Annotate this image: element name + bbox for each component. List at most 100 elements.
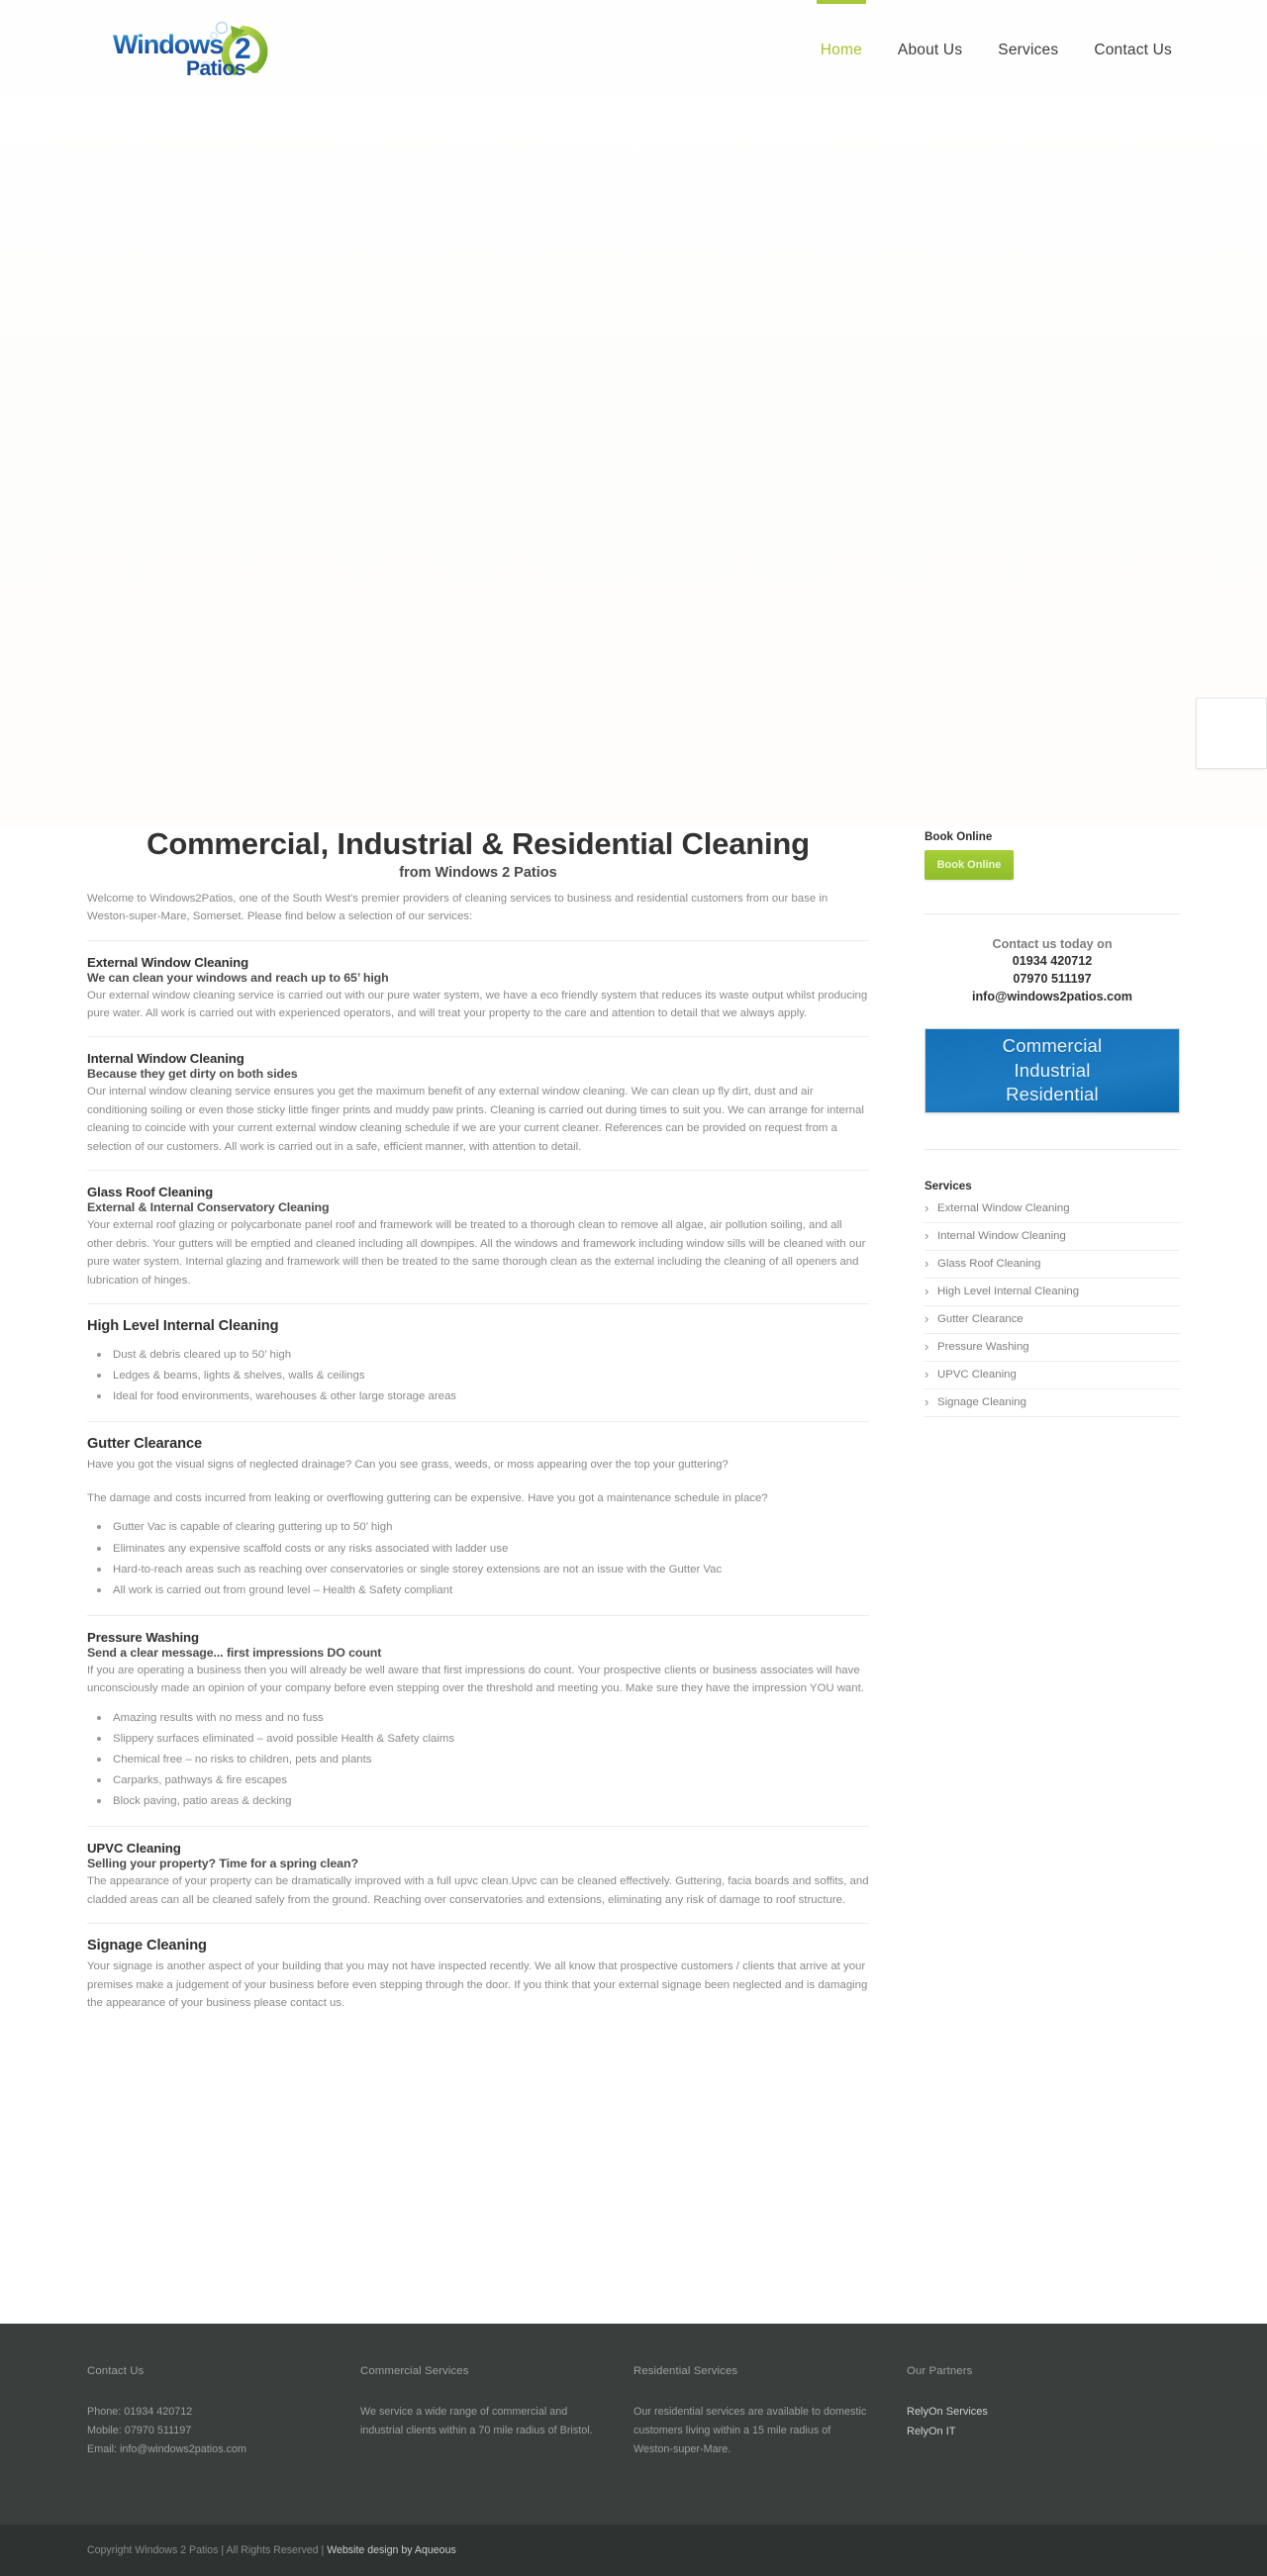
section-paragraph: If you are operating a business then you… — [87, 1664, 864, 1695]
list-item: Pressure Washing — [925, 1334, 1180, 1362]
nav-label: Contact Us — [1094, 42, 1172, 58]
section-subtitle: External & Internal Conservatory Cleanin… — [87, 1200, 330, 1215]
svg-text:Patios: Patios — [186, 57, 245, 79]
sidebar-item-glass-roof-cleaning[interactable]: Glass Roof Cleaning — [925, 1256, 1180, 1271]
sidebar-divider-2 — [925, 1148, 1180, 1150]
list-item: All work is carried out from ground leve… — [87, 1580, 869, 1601]
nav-item-about-us[interactable]: About Us — [880, 0, 980, 69]
footer-column-title: Contact Us — [87, 2365, 145, 2377]
page-subtitle: from Windows 2 Patios — [399, 864, 557, 881]
footer-phone-row: Phone: 01934 420712 — [87, 2403, 325, 2422]
nav-item-services[interactable]: Services — [980, 0, 1076, 69]
footer-column-commercial-services: Commercial Services We service a wide ra… — [360, 2365, 634, 2525]
section-internal-window-cleaning: Internal Window Cleaning Because they ge… — [87, 1036, 869, 1156]
list-item: Carparks, pathways & fire escapes — [87, 1770, 869, 1791]
site-header: Windows 2 Patios Home About Us Services … — [0, 0, 1267, 94]
partner-link-relyon-it[interactable]: RelyOn IT — [907, 2423, 1144, 2442]
list-item: Ideal for food environments, warehouses … — [87, 1386, 869, 1407]
list-item: External Window Cleaning — [925, 1200, 1180, 1223]
section-paragraph: Our external window cleaning service is … — [87, 989, 868, 1019]
intro-paragraph: Welcome to Windows2Patios, one of the So… — [87, 892, 828, 923]
section-title: Signage Cleaning — [87, 1938, 207, 1955]
footer-email-row: Email: info@windows2patios.com — [87, 2440, 325, 2459]
list-item: Ledges & beams, lights & shelves, walls … — [87, 1366, 869, 1386]
contact-email[interactable]: info@windows2patios.com — [925, 989, 1180, 1006]
list-item: Hard-to-reach areas such as reaching ove… — [87, 1560, 869, 1580]
sidebar-item-signage-cleaning[interactable]: Signage Cleaning — [925, 1394, 1180, 1409]
list-item: Gutter Vac is capable of clearing gutter… — [87, 1517, 869, 1538]
footer-phone-label: Phone: — [87, 2406, 122, 2418]
footer-phone-value[interactable]: 01934 420712 — [124, 2406, 192, 2418]
sidebar-item-internal-window-cleaning[interactable]: Internal Window Cleaning — [925, 1228, 1180, 1243]
contact-phone[interactable]: 01934 420712 — [925, 953, 1180, 971]
logo-icon: Windows 2 Patios — [113, 21, 268, 79]
section-paragraph: Your external roof glazing or polycarbon… — [87, 1219, 866, 1287]
hero-slider — [0, 94, 1267, 826]
list-item: Glass Roof Cleaning — [925, 1251, 1180, 1279]
footer-mobile-value[interactable]: 07970 511197 — [125, 2425, 191, 2436]
list-item: Chemical free – no risks to children, pe… — [87, 1750, 869, 1770]
section-title: Pressure Washing — [87, 1629, 199, 1645]
nav-item-home[interactable]: Home — [803, 0, 880, 69]
partner-link-relyon-services[interactable]: RelyOn Services — [907, 2403, 1144, 2423]
sidebar-item-high-level-internal-cleaning[interactable]: High Level Internal Cleaning — [925, 1284, 1180, 1298]
footer-mobile-label: Mobile: — [87, 2425, 122, 2437]
list-item: Gutter Clearance — [925, 1306, 1180, 1334]
nav-item-contact-us[interactable]: Contact Us — [1076, 0, 1190, 69]
footer-column-text: We service a wide range of commercial an… — [360, 2406, 593, 2437]
footer-mobile-row: Mobile: 07970 511197 — [87, 2422, 325, 2440]
section-title: External Window Cleaning — [87, 954, 249, 970]
section-paragraph: Our internal window cleaning service ens… — [87, 1086, 864, 1153]
section-pressure-washing: Pressure Washing Send a clear message...… — [87, 1614, 869, 1812]
sidebar-item-external-window-cleaning[interactable]: External Window Cleaning — [925, 1200, 1180, 1215]
section-title: UPVC Cleaning — [87, 1841, 181, 1857]
section-title: High Level Internal Cleaning — [87, 1318, 279, 1335]
banner-line-3: Residential — [1006, 1083, 1099, 1104]
copyright-notice: Copyright Windows 2 Patios | All Rights … — [87, 2544, 328, 2556]
sidebar-item-upvc-cleaning[interactable]: UPVC Cleaning — [925, 1367, 1180, 1382]
footer-column-title: Our Partners — [907, 2365, 973, 2377]
main-content: Commercial, Industrial & Residential Cle… — [87, 826, 869, 2019]
list-item: Block paving, patio areas & decking — [87, 1791, 869, 1812]
banner-line-2: Industrial — [1014, 1059, 1091, 1081]
banner-line-1: Commercial — [1002, 1035, 1103, 1057]
hero-side-panel[interactable] — [1196, 698, 1267, 769]
list-item: Internal Window Cleaning — [925, 1223, 1180, 1251]
sidebar-item-pressure-washing[interactable]: Pressure Washing — [925, 1339, 1180, 1354]
contact-mobile[interactable]: 07970 511197 — [925, 971, 1180, 989]
copyright-bar: Copyright Windows 2 Patios | All Rights … — [0, 2525, 1267, 2576]
services-list: External Window Cleaning Internal Window… — [925, 1200, 1180, 1417]
commercial-industrial-residential-banner[interactable]: Commercial Industrial Residential — [925, 1027, 1180, 1113]
section-subtitle: Because they get dirty on both sides — [87, 1067, 298, 1082]
book-online-widget: Book Online Book Online — [925, 830, 1180, 880]
sidebar: Book Online Book Online Contact us today… — [925, 826, 1180, 1421]
section-bullet-list: Amazing results with no mess and no fuss… — [87, 1708, 869, 1812]
section-subtitle: We can clean your windows and reach up t… — [87, 970, 389, 985]
site-footer: Contact Us Phone: 01934 420712 Mobile: 0… — [0, 2324, 1267, 2525]
section-paragraph: Have you got the visual signs of neglect… — [87, 1459, 729, 1472]
contact-widget: Contact us today on 01934 420712 07970 5… — [925, 914, 1180, 1014]
list-item: Slippery surfaces eliminated – avoid pos… — [87, 1729, 869, 1750]
section-external-window-cleaning: External Window Cleaning We can clean yo… — [87, 939, 869, 1023]
footer-email-link[interactable]: info@windows2patios.com — [120, 2443, 246, 2455]
list-item: Eliminates any expensive scaffold costs … — [87, 1539, 869, 1560]
section-high-level-internal-cleaning: High Level Internal Cleaning Dust & debr… — [87, 1303, 869, 1407]
design-credit[interactable]: Website design by Aqueous — [327, 2544, 456, 2556]
site-logo[interactable]: Windows 2 Patios — [95, 18, 333, 79]
footer-column-title: Residential Services — [634, 2365, 738, 2377]
section-title: Internal Window Cleaning — [87, 1051, 244, 1067]
main-navigation[interactable]: Home About Us Services Contact Us — [803, 0, 1190, 71]
list-item: Dust & debris cleared up to 50’ high — [87, 1345, 869, 1366]
list-item: Signage Cleaning — [925, 1389, 1180, 1417]
footer-column-text: Our residential services are available t… — [634, 2406, 867, 2456]
footer-column-title: Commercial Services — [360, 2365, 469, 2377]
section-paragraph: The damage and costs incurred from leaki… — [87, 1491, 768, 1504]
page-title: Commercial, Industrial & Residential Cle… — [146, 826, 810, 861]
footer-column-residential-services: Residential Services Our residential ser… — [634, 2365, 907, 2525]
book-online-button[interactable]: Book Online — [925, 850, 1014, 880]
sidebar-item-gutter-clearance[interactable]: Gutter Clearance — [925, 1311, 1180, 1326]
section-glass-roof-cleaning: Glass Roof Cleaning External & Internal … — [87, 1170, 869, 1289]
book-online-heading: Book Online — [925, 830, 993, 843]
copyright-text: Copyright Windows 2 Patios | All Rights … — [87, 2544, 456, 2556]
list-item: UPVC Cleaning — [925, 1362, 1180, 1389]
